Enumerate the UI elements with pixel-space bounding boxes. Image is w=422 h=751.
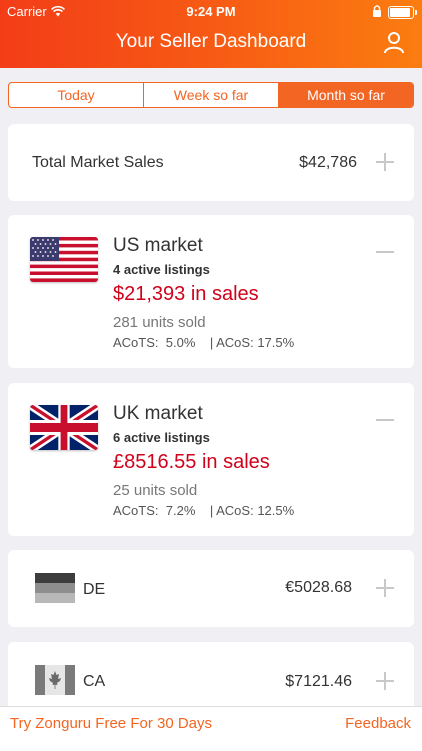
orientation-lock-icon [373,5,381,17]
units-sold: 281 units sold [113,314,206,331]
acos-value: 12.5% [257,503,295,518]
collapse-minus-icon[interactable] [376,411,394,429]
us-flag-icon [30,237,98,282]
collapse-minus-icon[interactable] [376,243,394,261]
expand-plus-icon[interactable] [376,672,394,690]
uk-flag-icon [30,405,98,450]
market-value: $7121.46 [285,673,352,690]
total-sales-value: $42,786 [299,154,357,171]
market-name: UK market [113,403,203,424]
market-value: €5028.68 [285,579,352,596]
market-name: US market [113,235,203,256]
acos-row: ACoTS: 7.2% | ACoS: 12.5% [113,503,294,518]
total-sales-card[interactable]: Total Market Sales $42,786 [8,124,414,201]
expand-plus-icon[interactable] [376,579,394,597]
expand-plus-icon[interactable] [376,153,394,171]
acots-label: ACoTS: [113,335,159,350]
units-sold: 25 units sold [113,482,198,499]
market-name: DE [83,581,106,598]
de-flag-icon [35,573,75,603]
acots-value: 7.2% [165,503,196,518]
ca-market-card[interactable]: CA $7121.46 [8,642,414,712]
feedback-link[interactable]: Feedback [345,715,411,732]
active-listings: 6 active listings [113,430,210,445]
page-title: Your Seller Dashboard [115,31,307,52]
tab-month-so-far[interactable]: Month so far [279,83,413,107]
ca-flag-icon [35,665,75,695]
market-sales: £8516.55 in sales [113,451,270,473]
uk-market-card[interactable]: UK market 6 active listings £8516.55 in … [8,383,414,536]
acos-label: | ACoS: [209,503,254,518]
market-name: CA [83,673,106,690]
acots-label: ACoTS: [113,503,159,518]
free-trial-link[interactable]: Try Zonguru Free For 30 Days [10,715,212,732]
tab-today[interactable]: Today [9,83,144,107]
market-sales: $21,393 in sales [113,283,259,305]
user-icon[interactable] [382,30,406,54]
footer-bar: Try Zonguru Free For 30 Days Feedback [0,706,422,751]
acos-label: | ACoS: [209,335,254,350]
status-time: 9:24 PM [186,4,236,19]
status-bar: Carrier 9:24 PM [0,3,422,21]
total-sales-label: Total Market Sales [32,154,164,171]
acots-value: 5.0% [165,335,196,350]
battery-icon [388,6,417,19]
period-segmented-control: Today Week so far Month so far [8,82,414,108]
battery-level [390,8,410,17]
de-market-card[interactable]: DE €5028.68 [8,550,414,627]
acos-row: ACoTS: 5.0% | ACoS: 17.5% [113,335,294,350]
header-bar: Carrier 9:24 PM Your Seller Dashboard [0,0,422,68]
acos-value: 17.5% [257,335,295,350]
active-listings: 4 active listings [113,262,210,277]
tab-week-so-far[interactable]: Week so far [144,83,279,107]
us-market-card[interactable]: US market 4 active listings $21,393 in s… [8,215,414,368]
